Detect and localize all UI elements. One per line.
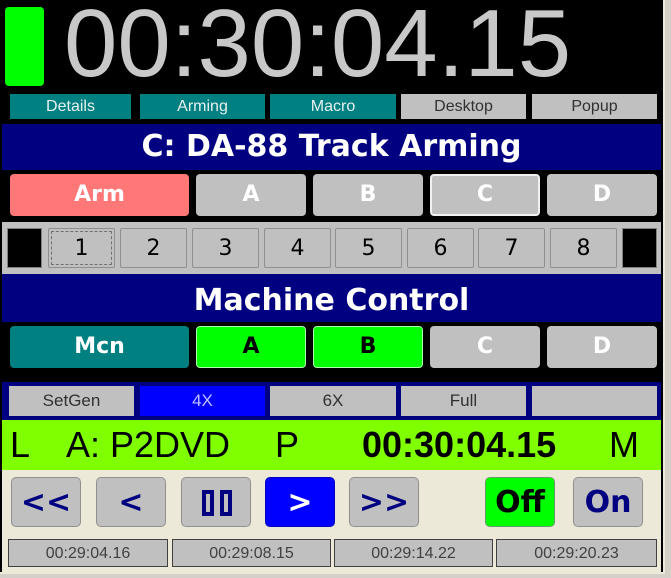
- machine-control-title: Machine Control: [2, 280, 661, 322]
- arm-machine-c-button[interactable]: C: [430, 174, 540, 216]
- arm-machine-b-button[interactable]: B: [313, 174, 423, 216]
- track-button-3[interactable]: 3: [192, 228, 259, 268]
- main-timecode-display: 00:30:04.15: [64, 0, 572, 97]
- lock-indicator: L: [10, 424, 31, 465]
- tab-desktop[interactable]: Desktop: [401, 94, 526, 119]
- cue-time-4[interactable]: 00:29:20.23: [496, 539, 657, 567]
- track-button-8[interactable]: 8: [550, 228, 617, 268]
- pause-button[interactable]: [181, 477, 251, 527]
- speed-blank-button[interactable]: [532, 386, 657, 416]
- step-back-button[interactable]: <: [96, 477, 166, 527]
- cue-time-2[interactable]: 00:29:08.15: [172, 539, 331, 567]
- track-button-1[interactable]: 1: [48, 228, 115, 268]
- track-button-4[interactable]: 4: [264, 228, 331, 268]
- tab-popup[interactable]: Popup: [532, 94, 657, 119]
- speed-4x-button[interactable]: 4X: [140, 386, 265, 416]
- speed-6x-button[interactable]: 6X: [270, 386, 396, 416]
- active-machine-label: A: P2DVD: [66, 424, 231, 465]
- cue-time-3[interactable]: 00:29:14.22: [334, 539, 493, 567]
- track-arming-title: C: DA-88 Track Arming: [2, 124, 661, 170]
- tab-arming[interactable]: Arming: [140, 94, 265, 119]
- machine-b-button[interactable]: B: [313, 326, 423, 368]
- track-button-7[interactable]: 7: [478, 228, 545, 268]
- play-button[interactable]: >: [265, 477, 335, 527]
- machine-a-button[interactable]: A: [196, 326, 306, 368]
- arm-machine-a-button[interactable]: A: [196, 174, 306, 216]
- machine-d-button[interactable]: D: [547, 326, 657, 368]
- off-button[interactable]: Off: [485, 477, 555, 527]
- cue-time-1[interactable]: 00:29:04.16: [8, 539, 168, 567]
- machine-control-window: 00:30:04.15 Details Arming Macro Desktop…: [0, 0, 665, 574]
- track-button-5[interactable]: 5: [335, 228, 402, 268]
- fast-forward-button[interactable]: >>: [349, 477, 419, 527]
- tab-details[interactable]: Details: [10, 94, 131, 119]
- status-timecode: 00:30:04.15: [362, 424, 557, 465]
- track-button-2[interactable]: 2: [120, 228, 187, 268]
- rewind-button[interactable]: <<: [11, 477, 81, 527]
- track-scroll-left[interactable]: [7, 228, 42, 268]
- on-button[interactable]: On: [573, 477, 643, 527]
- track-button-6[interactable]: 6: [407, 228, 474, 268]
- machine-status-bar: L A: P2DVD P 00:30:04.15 M: [2, 420, 661, 470]
- arm-button[interactable]: Arm: [10, 174, 189, 216]
- status-led-indicator: [5, 7, 44, 86]
- speed-full-button[interactable]: Full: [401, 386, 526, 416]
- track-scroll-right[interactable]: [622, 228, 657, 268]
- master-flag: M: [609, 424, 639, 465]
- setgen-button[interactable]: SetGen: [9, 386, 134, 416]
- arm-machine-d-button[interactable]: D: [547, 174, 657, 216]
- machine-c-button[interactable]: C: [430, 326, 540, 368]
- mcn-button[interactable]: Mcn: [10, 326, 189, 368]
- tab-macro[interactable]: Macro: [270, 94, 396, 119]
- play-mode-indicator: P: [275, 424, 300, 465]
